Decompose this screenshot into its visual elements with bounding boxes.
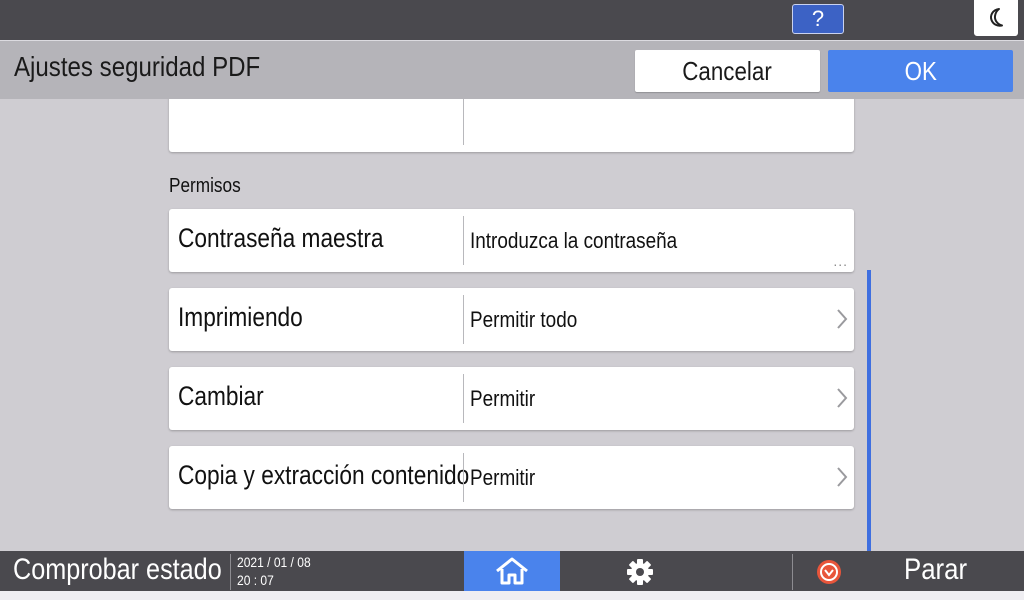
check-status-label: Comprobar estado [13, 553, 222, 586]
home-button[interactable] [464, 551, 560, 591]
chevron-right-icon [837, 388, 848, 408]
row-value: Introduzca la contraseña [470, 228, 678, 253]
page-title: Ajustes seguridad PDF [14, 51, 261, 82]
row-copy-extraction[interactable]: Copia y extracción contenido Permitir [169, 446, 854, 509]
time: 20 : 07 [237, 572, 274, 588]
section-label: Permisos [169, 175, 241, 197]
row-printing[interactable]: Imprimiendo Permitir todo [169, 288, 854, 351]
stop-button[interactable]: Parar [904, 553, 967, 587]
date: 2021 / 01 / 08 [237, 554, 311, 570]
list-item-partial[interactable] [169, 99, 854, 152]
check-status-button[interactable]: Comprobar estado [0, 551, 230, 591]
row-change[interactable]: Cambiar Permitir [169, 367, 854, 430]
row-divider [463, 99, 464, 145]
row-value: Permitir todo [470, 307, 578, 332]
home-icon [496, 557, 528, 585]
row-label: Contraseña maestra [178, 223, 384, 253]
scrollbar[interactable] [867, 270, 871, 551]
moon-icon [990, 8, 1003, 27]
divider [230, 554, 231, 590]
more-icon: ... [833, 253, 848, 269]
date-time: 2021 / 01 / 08 20 : 07 [237, 553, 311, 589]
cancel-button-label: Cancelar [682, 56, 773, 86]
gear-icon [627, 559, 653, 585]
row-value: Permitir [470, 465, 536, 490]
row-label: Cambiar [178, 381, 264, 411]
divider [792, 554, 793, 590]
row-label: Imprimiendo [178, 302, 303, 332]
help-icon: ? [811, 6, 825, 31]
row-master-password[interactable]: Contraseña maestra Introduzca la contras… [169, 209, 854, 272]
energy-saver-button[interactable] [974, 0, 1018, 36]
row-divider [463, 453, 464, 502]
row-divider [463, 374, 464, 423]
row-divider [463, 295, 464, 344]
settings-list[interactable]: Permisos Contraseña maestra Introduzca l… [0, 99, 1024, 551]
ok-button-label: OK [904, 56, 937, 86]
row-value: Permitir [470, 386, 536, 411]
title-bar: Ajustes seguridad PDF Cancelar OK [0, 40, 1024, 99]
top-bar: ? [0, 0, 1024, 40]
chevron-right-icon [837, 467, 848, 487]
chevron-right-icon [837, 309, 848, 329]
row-divider [463, 216, 464, 265]
help-button[interactable]: ? [792, 4, 844, 34]
footer-strip [0, 591, 1024, 600]
settings-button[interactable] [600, 551, 680, 591]
cancel-button[interactable]: Cancelar [635, 50, 820, 92]
row-label: Copia y extracción contenido [178, 460, 470, 490]
ok-button[interactable]: OK [828, 50, 1013, 92]
stop-icon[interactable] [816, 559, 842, 585]
